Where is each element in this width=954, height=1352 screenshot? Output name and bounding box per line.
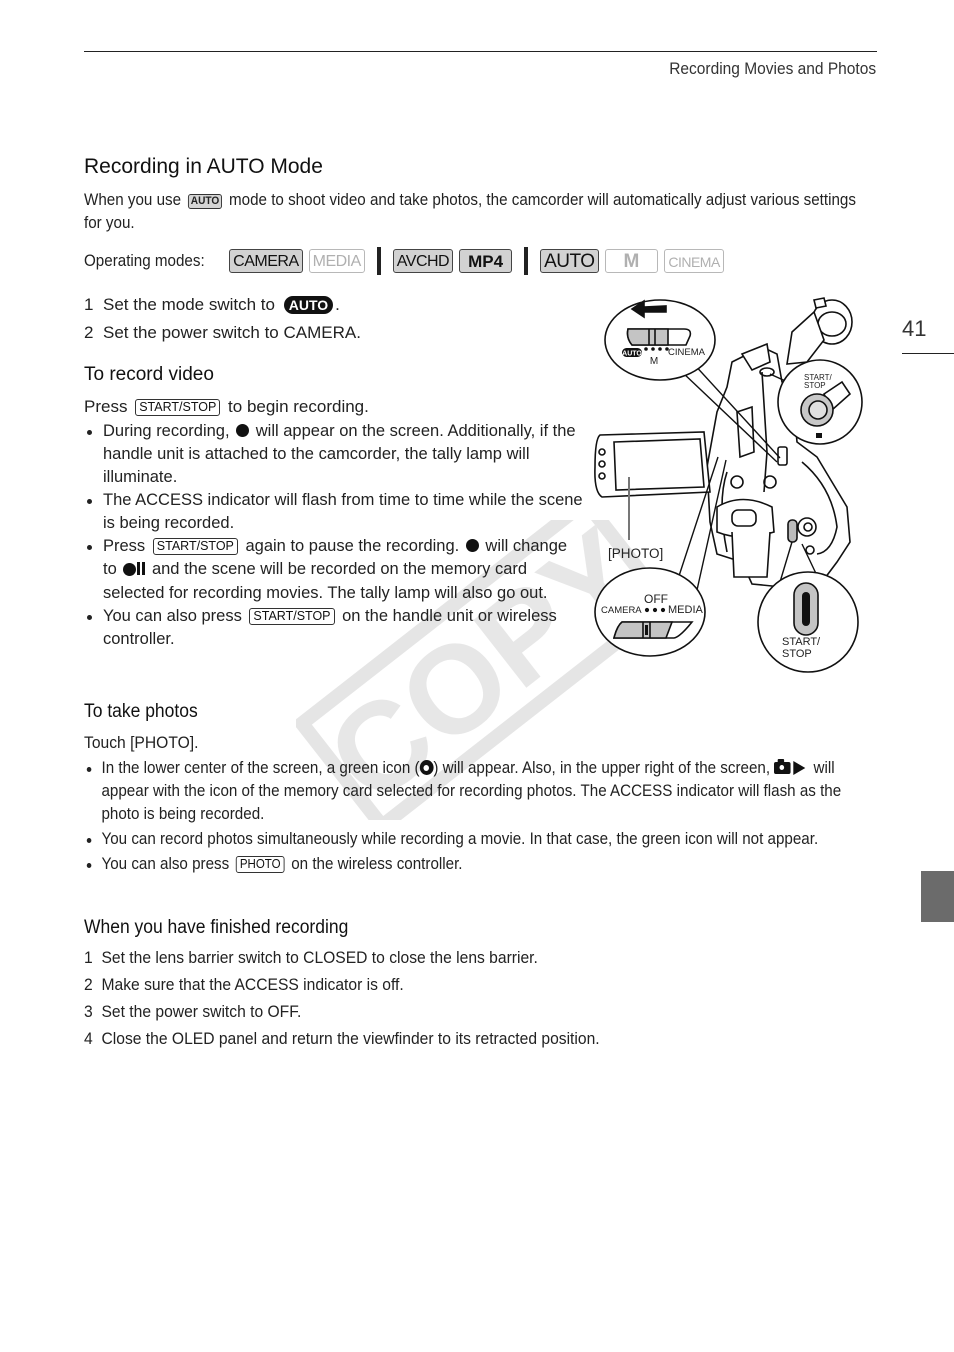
photo-key: PHOTO [236, 856, 285, 873]
note-text: You can record photos simultaneously whi… [101, 830, 819, 848]
mode-auto: AUTO [540, 249, 599, 273]
page-number-rule [902, 353, 954, 354]
take-photos-heading: To take photos [84, 701, 198, 722]
setup-steps: 1 Set the mode switch to AUTO. 2 Set the… [84, 293, 584, 344]
step-number: 1 [84, 295, 94, 314]
note-item: Press START/STOP again to pause the reco… [84, 535, 584, 605]
mode-camera: CAMERA [229, 249, 303, 273]
note-text: In the lower center of the screen, a gre… [101, 759, 420, 777]
note-text: You can also press [103, 607, 242, 625]
mode-media: MEDIA [308, 249, 365, 273]
instruction-text: to begin recording. [228, 397, 369, 416]
note-item: In the lower center of the screen, a gre… [84, 757, 873, 826]
mode-switch-cinema-label: CINEMA [668, 347, 706, 358]
record-video-instruction: Press START/STOP to begin recording. [84, 395, 369, 418]
power-off-label: OFF [644, 592, 668, 606]
finish-step: 3 Set the power switch to OFF. [84, 1000, 875, 1023]
play-icon [793, 761, 806, 775]
operating-modes: Operating modes: CAMERA MEDIA AVCHD MP4 … [84, 247, 730, 275]
photo-ready-icon [419, 760, 434, 775]
power-media-label: MEDIA [668, 604, 704, 616]
note-text: ) will appear. Also, in the upper right … [433, 759, 771, 777]
step-text: Set the lens barrier switch to CLOSED to… [101, 948, 538, 967]
step-number: 2 [84, 975, 93, 994]
power-camera-label: CAMERA [601, 605, 642, 616]
operating-modes-label: Operating modes: [84, 251, 205, 270]
setup-step: 1 Set the mode switch to AUTO. [84, 293, 584, 316]
note-text: The ACCESS indicator will flash from tim… [103, 491, 583, 532]
mode-cinema: CINEMA [664, 249, 724, 273]
step-number: 4 [84, 1029, 93, 1048]
start-stop-key: START/STOP [135, 399, 221, 416]
step-text: Set the mode switch to [103, 295, 275, 314]
running-head: Recording Movies and Photos [669, 60, 876, 78]
auto-mode-icon: AUTO [283, 296, 334, 314]
step-number: 3 [84, 1002, 93, 1021]
chapter-tab-marker [921, 871, 954, 922]
mode-separator [376, 247, 381, 275]
record-video-notes: During recording, will appear on the scr… [84, 420, 584, 651]
note-text: and the scene will be recorded on the me… [103, 560, 548, 602]
step-text: Close the OLED panel and return the view… [101, 1029, 600, 1048]
note-text: on the wireless controller. [291, 855, 463, 873]
page-number: 41 [902, 316, 927, 341]
step-text-end: . [335, 295, 340, 314]
mode-avchd: AVCHD [392, 249, 454, 273]
step-text: Set the power switch to OFF. [101, 1002, 302, 1021]
instruction-text: Press [84, 397, 128, 416]
grip-button-label: START/ [782, 636, 821, 648]
note-text: Press [103, 537, 146, 555]
finished-steps: 1 Set the lens barrier switch to CLOSED t… [84, 946, 875, 1050]
step-number: 1 [84, 948, 93, 967]
camcorder-illustration: [PHOTO] AUTO M CINEMA START/ STOP OFF CA… [594, 297, 863, 673]
lock-icon [816, 433, 822, 438]
record-video-heading: To record video [84, 364, 214, 385]
record-pause-icon [123, 559, 146, 582]
mode-m: M [604, 249, 659, 273]
step-number: 2 [84, 323, 94, 342]
start-stop-key: START/STOP [249, 608, 335, 625]
intro-text-before: When you use [84, 191, 182, 209]
note-item: During recording, will appear on the scr… [84, 420, 584, 489]
intro-paragraph: When you use AUTO mode to shoot video an… [84, 189, 875, 235]
note-item: You can also press PHOTO on the wireless… [84, 853, 873, 876]
photo-callout-label: [PHOTO] [608, 546, 663, 561]
note-text: During recording, [103, 422, 230, 440]
mode-switch-auto-label: AUTO [622, 351, 642, 358]
mode-separator [524, 247, 529, 275]
record-dot-icon [465, 539, 479, 552]
start-stop-key: START/STOP [152, 538, 238, 555]
finish-step: 1 Set the lens barrier switch to CLOSED t… [84, 946, 875, 969]
auto-mode-key-icon: AUTO [188, 194, 223, 209]
take-photos-instruction: Touch [PHOTO]. [84, 733, 199, 752]
note-item: The ACCESS indicator will flash from tim… [84, 489, 584, 535]
finished-heading: When you have finished recording [84, 917, 349, 938]
grip-button-label: STOP [782, 648, 812, 660]
mode-switch-m-label: M [650, 356, 658, 367]
record-dot-icon [236, 424, 250, 437]
camera-icon [774, 759, 791, 774]
setup-step: 2 Set the power switch to CAMERA. [84, 321, 584, 344]
header-rule [84, 51, 877, 52]
note-item: You can record photos simultaneously whi… [84, 828, 873, 851]
finish-step: 2 Make sure that the ACCESS indicator is … [84, 973, 875, 996]
mode-mp4: MP4 [459, 249, 513, 273]
take-photos-notes: In the lower center of the screen, a gre… [84, 757, 873, 876]
section-title: Recording in AUTO Mode [84, 155, 323, 178]
step-text: Set the power switch to CAMERA. [103, 323, 361, 342]
step-text: Make sure that the ACCESS indicator is o… [101, 975, 404, 994]
finish-step: 4 Close the OLED panel and return the vie… [84, 1027, 875, 1050]
handle-button-label: STOP [804, 381, 826, 390]
note-text: You can also press [101, 855, 230, 873]
lcd-panel [594, 431, 711, 498]
note-text: again to pause the recording. [245, 537, 460, 555]
note-item: You can also press START/STOP on the han… [84, 605, 584, 651]
